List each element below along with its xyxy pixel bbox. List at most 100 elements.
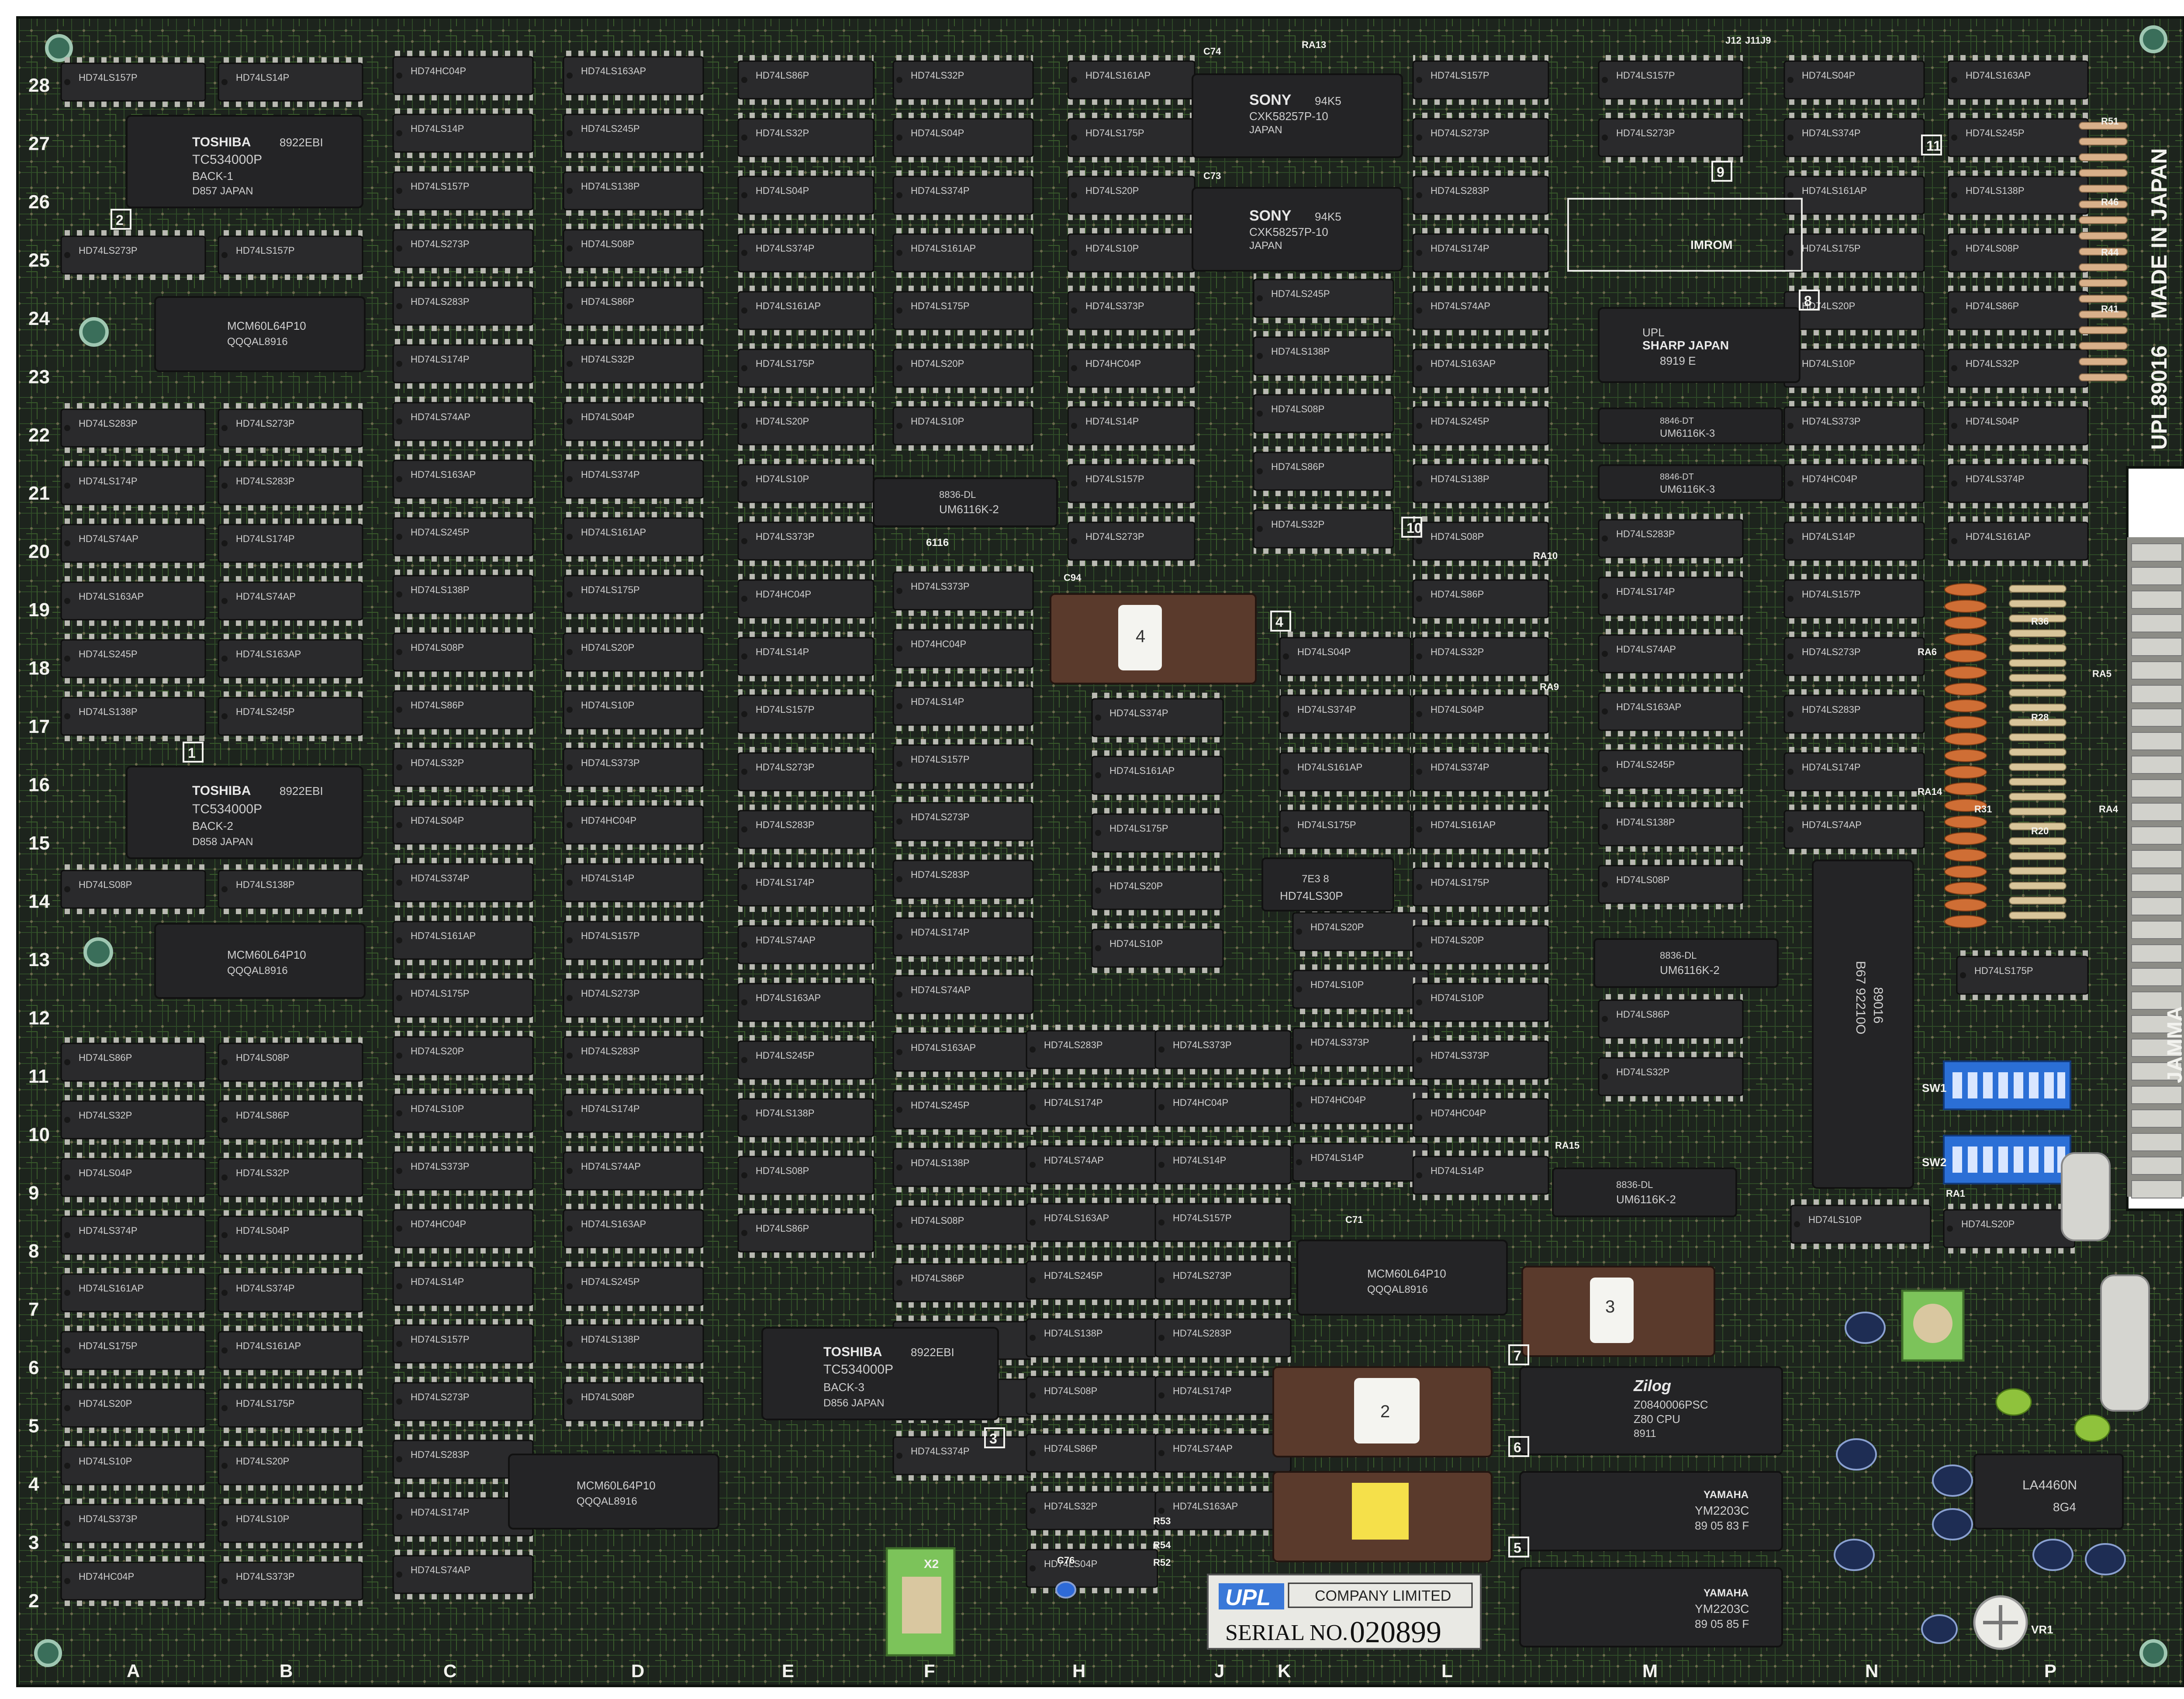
svg-text:HD74LS74AP: HD74LS74AP — [1044, 1155, 1104, 1166]
logic-chip: HD74LS174P — [60, 461, 206, 511]
logic-chip: HD74LS10P — [1292, 964, 1429, 1014]
logic-chip: HD74LS273P — [60, 230, 206, 280]
svg-text:HD74LS08P: HD74LS08P — [411, 642, 464, 653]
svg-text:HD74LS163AP: HD74LS163AP — [236, 649, 301, 660]
logic-chip: HD74LS163AP — [60, 576, 206, 626]
svg-text:HD74LS163AP: HD74LS163AP — [1966, 70, 2031, 81]
svg-text:HD74LS163AP: HD74LS163AP — [581, 66, 646, 76]
svg-text:HD74LS14P: HD74LS14P — [911, 696, 964, 707]
board-model-label: UPL89016 MADE IN JAPAN — [2147, 148, 2171, 450]
logic-chip: HD74LS245P — [60, 634, 206, 684]
svg-text:HD74LS175P: HD74LS175P — [1431, 877, 1489, 888]
svg-text:HD74LS74AP: HD74LS74AP — [1173, 1443, 1233, 1454]
svg-text:HD74LS283P: HD74LS283P — [911, 869, 970, 880]
trimmer-green[interactable] — [1901, 1289, 1965, 1362]
svg-text:HD74LS10P: HD74LS10P — [1310, 979, 1364, 990]
logic-chip: HD74LS157P — [1783, 574, 1925, 624]
logic-chip: HD74LS20P — [1091, 866, 1224, 915]
marker-number: 4 — [1275, 614, 1283, 630]
svg-text:HD74LS20P: HD74LS20P — [581, 642, 634, 653]
designator: C76 — [1057, 1555, 1075, 1566]
logic-chip: HD74LS20P — [1067, 170, 1196, 220]
svg-text:HD74LS04P: HD74LS04P — [911, 128, 964, 138]
svg-text:HD74LS373P: HD74LS373P — [411, 1161, 470, 1172]
svg-text:QQQAL8916: QQQAL8916 — [1367, 1284, 1428, 1295]
logic-chip: HD74LS175P — [892, 286, 1034, 335]
svg-text:QQQAL8916: QQQAL8916 — [577, 1495, 637, 1507]
svg-text:HD74LS245P: HD74LS245P — [756, 1050, 815, 1061]
logic-chip: HD74LS373P — [737, 516, 874, 566]
designator: RA15 — [1555, 1140, 1579, 1151]
marker-number: 8 — [1804, 293, 1812, 309]
svg-text:HD74HC04P: HD74HC04P — [79, 1571, 134, 1582]
svg-text:TC534000P: TC534000P — [192, 802, 262, 816]
logic-chip: HD74LS157P — [1412, 55, 1549, 105]
designator: R51 — [2101, 116, 2118, 127]
logic-chip: HD74LS175P — [1956, 950, 2089, 1000]
logic-chip: HD74HC04P — [1412, 1093, 1549, 1143]
logic-chip: HD74LS174P — [1412, 228, 1549, 278]
designator: RA10 — [1533, 550, 1558, 561]
logic-chip: HD74LS32P — [1253, 504, 1394, 554]
svg-text:HD74LS157P: HD74LS157P — [1173, 1212, 1232, 1223]
svg-text:HD74LS04P: HD74LS04P — [756, 185, 809, 196]
column-label: L — [1441, 1661, 1453, 1681]
big-chip-um6116-5: 8846-DT UM6116K-3 — [1598, 464, 1783, 501]
svg-text:HD74LS74AP: HD74LS74AP — [1802, 819, 1862, 830]
svg-text:HD74LS74AP: HD74LS74AP — [756, 935, 816, 946]
svg-text:HD74LS245P: HD74LS245P — [581, 123, 640, 134]
svg-text:HD74LS283P: HD74LS283P — [79, 418, 138, 429]
dip-switch-sw1[interactable] — [1943, 1060, 2071, 1110]
svg-text:TC534000P: TC534000P — [192, 152, 262, 167]
logic-chip: HD74LS273P — [1598, 113, 1744, 162]
svg-text:HD74LS157P: HD74LS157P — [911, 754, 970, 765]
svg-text:HD74LS174P: HD74LS174P — [1173, 1385, 1232, 1396]
logic-chip: HD74LS283P — [892, 854, 1034, 904]
svg-text:HD74LS273P: HD74LS273P — [411, 1392, 470, 1402]
logic-chip: HD74LS163AP — [1598, 687, 1744, 736]
logic-chip: HD74LS373P — [60, 1499, 206, 1548]
svg-text:HD74LS245P: HD74LS245P — [911, 1100, 970, 1111]
column-label: F — [924, 1661, 935, 1681]
svg-text:HD74LS175P: HD74LS175P — [1802, 243, 1861, 254]
logic-chip: HD74HC04P — [563, 800, 704, 850]
logic-chip: HD74LS283P — [392, 281, 534, 331]
column-label: M — [1642, 1661, 1658, 1681]
svg-text:HD74LS08P: HD74LS08P — [1431, 531, 1484, 542]
svg-text:HD74LS373P: HD74LS373P — [236, 1571, 295, 1582]
svg-text:HD74LS157P: HD74LS157P — [1616, 70, 1675, 81]
logic-chip: HD74LS283P — [1026, 1025, 1158, 1074]
logic-chip: HD74LS157P — [737, 689, 874, 739]
svg-text:HD74LS373P: HD74LS373P — [1173, 1039, 1232, 1050]
svg-text:HD74HC04P: HD74HC04P — [411, 1219, 466, 1229]
big-chip-um6116-2: 8836-DL UM6116K-2 — [1593, 938, 1779, 988]
row-label: 28 — [28, 75, 50, 96]
svg-text:HD74LS245P: HD74LS245P — [1044, 1270, 1103, 1281]
svg-text:8836-DL: 8836-DL — [1660, 950, 1697, 961]
logic-chip: HD74LS273P — [1067, 516, 1196, 566]
logic-chip: HD74LS14P — [1412, 1150, 1549, 1200]
dip-switch-sw2[interactable] — [1943, 1135, 2071, 1184]
logic-chip: HD74LS373P — [218, 1556, 363, 1606]
logic-chip: HD74LS161AP — [1783, 170, 1925, 220]
row-label: 24 — [28, 308, 50, 329]
svg-text:HD74LS86P: HD74LS86P — [581, 296, 634, 307]
vr1-label: VR1 — [2031, 1623, 2053, 1636]
trimmer-vr1[interactable] — [1973, 1595, 2028, 1650]
logic-chip: HD74LS138P — [563, 166, 704, 216]
svg-text:HD74LS32P: HD74LS32P — [236, 1167, 289, 1178]
svg-text:HD74LS86P: HD74LS86P — [411, 700, 464, 711]
svg-text:HD74LS138P: HD74LS138P — [1044, 1328, 1103, 1339]
serial-brand: UPL — [1225, 1585, 1271, 1610]
x2-label: X2 — [924, 1557, 939, 1571]
jamma-edge-connector — [2127, 537, 2184, 1198]
logic-chip: HD74LS138P — [392, 570, 534, 619]
logic-chip: HD74LS138P — [1026, 1313, 1158, 1363]
logic-chip: HD74LS245P — [1412, 401, 1549, 451]
logic-chip: HD74LS20P — [737, 401, 874, 451]
logic-chip: HD74LS161AP — [737, 286, 874, 335]
logic-chip: HD74LS14P — [563, 858, 704, 908]
big-chip-custom-89016: 89016 B67 92210O — [1812, 860, 1914, 1189]
logic-chip: HD74LS138P — [218, 864, 363, 914]
svg-text:HD74LS175P: HD74LS175P — [79, 1340, 138, 1351]
